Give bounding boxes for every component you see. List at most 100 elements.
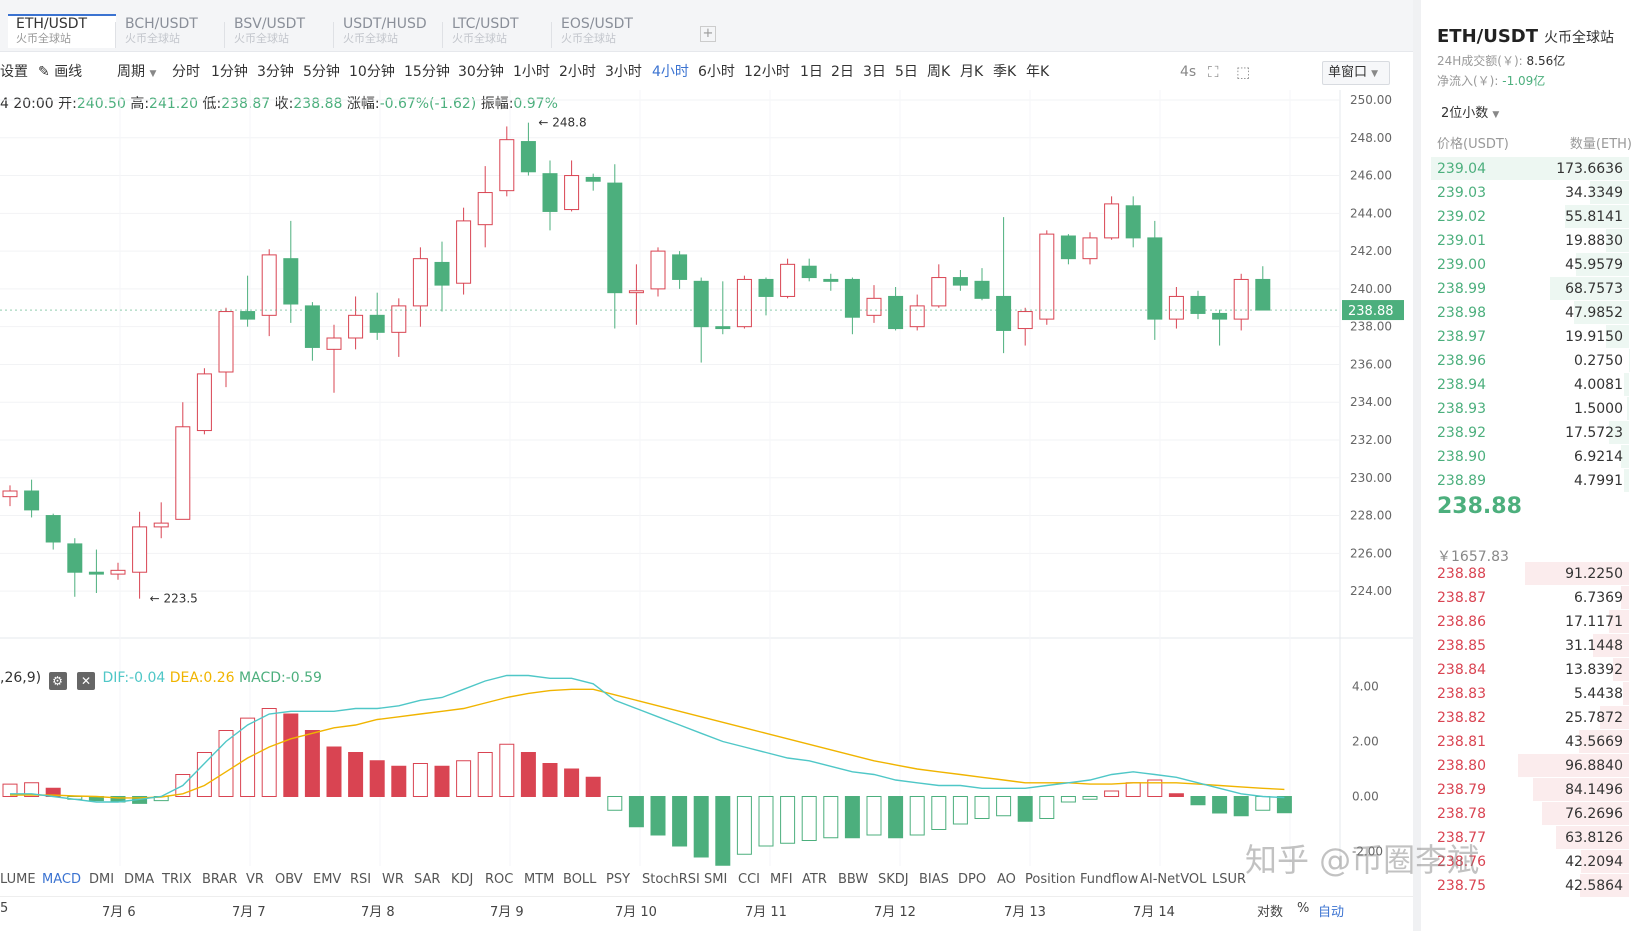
interval-option[interactable]: 季K — [993, 62, 1016, 82]
indicator-tab[interactable]: PSY — [606, 872, 630, 887]
interval-option[interactable]: 1分钟 — [211, 62, 248, 82]
indicator-tab[interactable]: SAR — [414, 872, 440, 887]
indicator-tab[interactable]: StochRSI — [642, 872, 700, 887]
interval-option[interactable]: 6小时 — [698, 62, 735, 82]
symbol-tab[interactable]: ETH/USDT 火币全球站 — [8, 14, 116, 48]
ask-row[interactable]: 238.84 13.8392 — [1429, 658, 1629, 682]
indicator-tab[interactable]: BOLL — [563, 872, 596, 887]
indicator-tab[interactable]: VR — [246, 872, 264, 887]
indicator-tab[interactable]: ATR — [802, 872, 827, 887]
draw-tool-button[interactable]: ✎ 画线 — [38, 62, 82, 82]
percent-scale-toggle[interactable]: % — [1297, 901, 1309, 916]
interval-option[interactable]: 3日 — [863, 62, 886, 82]
ask-row[interactable]: 238.79 84.1496 — [1429, 778, 1629, 802]
gear-icon[interactable]: ⚙ — [48, 672, 67, 690]
interval-option[interactable]: 周K — [927, 62, 950, 82]
bid-row[interactable]: 239.01 19.8830 — [1429, 229, 1629, 253]
indicator-tab[interactable]: BBW — [838, 872, 868, 887]
ask-row[interactable]: 238.83 5.4438 — [1429, 682, 1629, 706]
interval-option[interactable]: 年K — [1026, 62, 1049, 82]
symbol-tab[interactable]: LTC/USDT 火币全球站 — [444, 16, 552, 50]
interval-option[interactable]: 3分钟 — [257, 62, 294, 82]
indicator-tab[interactable]: SMI — [704, 872, 727, 887]
bid-row[interactable]: 238.96 0.2750 — [1429, 349, 1629, 373]
bid-row[interactable]: 239.02 55.8141 — [1429, 205, 1629, 229]
ask-row[interactable]: 238.88 91.2250 — [1429, 562, 1629, 586]
ask-row[interactable]: 238.87 6.7369 — [1429, 586, 1629, 610]
log-scale-toggle[interactable]: 对数 — [1257, 901, 1283, 920]
indicator-tab[interactable]: Fundflow — [1080, 872, 1138, 887]
indicator-tab[interactable]: WR — [382, 872, 404, 887]
indicator-tab[interactable]: AI-NetVOL — [1140, 872, 1206, 887]
bid-row[interactable]: 239.03 34.3349 — [1429, 181, 1629, 205]
interval-option[interactable]: 5分钟 — [303, 62, 340, 82]
refresh-interval[interactable]: 4s — [1180, 62, 1196, 82]
interval-option[interactable]: 分时 — [172, 62, 200, 82]
add-tab-button[interactable]: + — [700, 26, 716, 42]
indicator-tab[interactable]: EMV — [313, 872, 341, 887]
indicator-tab[interactable]: BRAR — [202, 872, 237, 887]
indicator-tab[interactable]: AO — [997, 872, 1016, 887]
indicator-tab[interactable]: Position — [1025, 872, 1076, 887]
indicator-tab[interactable]: MTM — [524, 872, 554, 887]
symbol-tab-exchange: 火币全球站 — [234, 32, 289, 45]
indicator-tab[interactable]: DMA — [124, 872, 154, 887]
indicator-tab[interactable]: RSI — [350, 872, 371, 887]
interval-option[interactable]: 12小时 — [744, 62, 790, 82]
indicator-tab[interactable]: KDJ — [451, 872, 473, 887]
close-icon[interactable]: ✕ — [77, 672, 95, 690]
screenshot-icon[interactable]: ⬚ — [1236, 62, 1250, 82]
ask-row[interactable]: 238.80 96.8840 — [1429, 754, 1629, 778]
indicator-tab[interactable]: ROC — [485, 872, 513, 887]
bid-row[interactable]: 238.92 17.5723 — [1429, 421, 1629, 445]
bid-row[interactable]: 238.94 4.0081 — [1429, 373, 1629, 397]
indicator-tab[interactable]: BIAS — [919, 872, 949, 887]
bid-row[interactable]: 238.99 68.7573 — [1429, 277, 1629, 301]
interval-option[interactable]: 月K — [960, 62, 983, 82]
bid-row[interactable]: 238.98 47.9852 — [1429, 301, 1629, 325]
symbol-tab[interactable]: USDT/HUSD 火币全球站 — [335, 16, 443, 50]
ask-row[interactable]: 238.86 17.1171 — [1429, 610, 1629, 634]
ask-row[interactable]: 238.81 43.5669 — [1429, 730, 1629, 754]
bid-row[interactable]: 238.97 19.9150 — [1429, 325, 1629, 349]
ask-row[interactable]: 238.85 31.1448 — [1429, 634, 1629, 658]
indicator-tab[interactable]: DPO — [958, 872, 986, 887]
decimals-select[interactable]: 2位小数 ▼ — [1441, 102, 1499, 121]
interval-option[interactable]: 15分钟 — [404, 62, 450, 82]
interval-option[interactable]: 2小时 — [559, 62, 596, 82]
bid-row[interactable]: 238.90 6.9214 — [1429, 445, 1629, 469]
interval-option[interactable]: 5日 — [895, 62, 918, 82]
fullscreen-icon[interactable]: ⛶ — [1208, 62, 1219, 82]
indicator-tab[interactable]: OBV — [275, 872, 303, 887]
interval-option[interactable]: 2日 — [831, 62, 854, 82]
indicator-tab[interactable]: DMI — [89, 872, 114, 887]
interval-option[interactable]: 3小时 — [605, 62, 642, 82]
bid-row[interactable]: 238.89 4.7991 — [1429, 469, 1629, 493]
interval-option[interactable]: 4小时 — [652, 62, 689, 82]
auto-scale-toggle[interactable]: 自动 — [1318, 901, 1344, 920]
bid-row[interactable]: 238.93 1.5000 — [1429, 397, 1629, 421]
ask-row[interactable]: 238.82 25.7872 — [1429, 706, 1629, 730]
candle-down — [1255, 278, 1271, 311]
indicator-tab[interactable]: SKDJ — [878, 872, 909, 887]
symbol-tab[interactable]: EOS/USDT 火币全球站 — [553, 16, 661, 50]
indicator-tab[interactable]: CCI — [738, 872, 760, 887]
interval-option[interactable]: 30分钟 — [458, 62, 504, 82]
price-chart[interactable]: 250.00 248.00 246.00 244.00 242.00 240.00 238.… — [0, 90, 1413, 868]
interval-option[interactable]: 1小时 — [513, 62, 550, 82]
window-mode-select[interactable]: 单窗口 ▼ — [1322, 61, 1390, 85]
interval-option[interactable]: 10分钟 — [349, 62, 395, 82]
indicator-tab[interactable]: LSUR — [1212, 872, 1246, 887]
symbol-tab[interactable]: BSV/USDT 火币全球站 — [226, 16, 334, 50]
ask-row[interactable]: 238.78 76.2696 — [1429, 802, 1629, 826]
period-dropdown[interactable]: 周期 ▼ — [117, 62, 156, 84]
indicator-tab[interactable]: MFI — [770, 872, 793, 887]
bid-row[interactable]: 239.04 173.6636 — [1429, 157, 1629, 181]
symbol-tab[interactable]: BCH/USDT 火币全球站 — [117, 16, 225, 50]
interval-option[interactable]: 1日 — [800, 62, 823, 82]
indicator-tab[interactable]: TRIX — [162, 872, 192, 887]
settings-button[interactable]: 设置 — [0, 62, 28, 82]
indicator-tab[interactable]: LUME — [0, 872, 36, 887]
indicator-tab[interactable]: MACD — [42, 872, 81, 887]
bid-row[interactable]: 239.00 45.9579 — [1429, 253, 1629, 277]
